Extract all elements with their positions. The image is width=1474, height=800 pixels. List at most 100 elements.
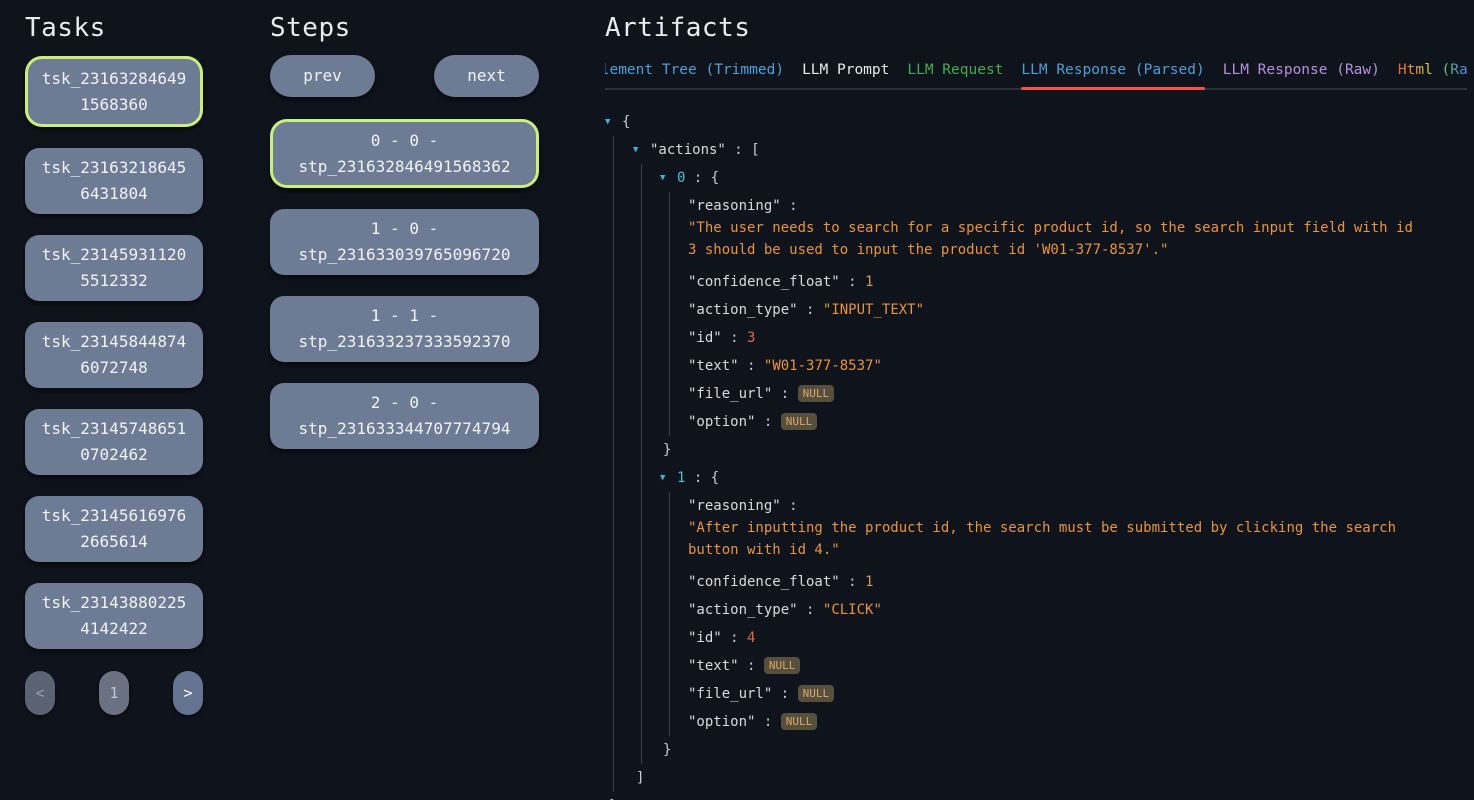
- json-punct: }: [663, 742, 671, 758]
- json-punct: :: [806, 602, 814, 618]
- json-row-item-open: ▼0 : {: [642, 164, 1467, 192]
- json-key: "option": [688, 414, 755, 430]
- task-button[interactable]: tsk_231456169762665614: [25, 496, 203, 562]
- step-label: 2 - 0 - stp_231633344707774794: [290, 390, 519, 442]
- null-value-badge: NULL: [798, 385, 835, 402]
- json-key: "file_url": [688, 386, 772, 402]
- task-button[interactable]: tsk_231459311205512332: [25, 235, 203, 301]
- pagination-page-1-button[interactable]: 1: [99, 671, 129, 715]
- task-button[interactable]: tsk_231458448746072748: [25, 322, 203, 388]
- tab-llm-response-parsed[interactable]: LLM Response (Parsed): [1021, 60, 1204, 88]
- json-value-string: "INPUT_TEXT": [823, 302, 924, 318]
- pagination-prev-button[interactable]: <: [25, 671, 55, 715]
- json-punct: :: [694, 470, 702, 486]
- artifacts-title: Artifacts: [605, 13, 1467, 43]
- step-button[interactable]: 2 - 0 - stp_231633344707774794: [270, 383, 539, 449]
- tasks-panel: Tasks tsk_231632846491568360 tsk_2316321…: [25, 0, 203, 715]
- json-punct: :: [747, 658, 755, 674]
- task-list: tsk_231632846491568360 tsk_2316321864564…: [25, 56, 203, 649]
- json-punct: :: [730, 630, 738, 646]
- json-item-block: "reasoning" : "The user needs to search …: [669, 192, 1467, 436]
- step-button[interactable]: 1 - 0 - stp_231633039765096720: [270, 209, 539, 275]
- json-value-string: "After inputting the product id, the sea…: [688, 517, 1416, 561]
- caret-down-icon[interactable]: ▼: [633, 136, 650, 164]
- task-button[interactable]: tsk_231632186456431804: [25, 148, 203, 214]
- json-value-string: "CLICK": [823, 602, 882, 618]
- tab-element-tree-trimmed[interactable]: Element Tree (Trimmed): [605, 60, 784, 88]
- json-punct: :: [734, 142, 742, 158]
- task-button[interactable]: tsk_231438802254142422: [25, 583, 203, 649]
- json-key: "action_type": [688, 602, 798, 618]
- json-row-reasoning-key: "reasoning" :: [670, 492, 1467, 520]
- json-punct: :: [694, 170, 702, 186]
- artifacts-tab-bar: Element Tree (Trimmed) LLM Prompt LLM Re…: [605, 60, 1467, 90]
- json-punct: ]: [636, 770, 644, 786]
- json-row-actions: ▼"actions" : [: [614, 136, 1467, 164]
- json-row-item-open: ▼1 : {: [642, 464, 1467, 492]
- json-key: "confidence_float": [688, 574, 840, 590]
- json-punct: :: [781, 686, 789, 702]
- json-key: "actions": [650, 142, 726, 158]
- caret-down-icon[interactable]: ▼: [660, 464, 677, 492]
- caret-down-icon[interactable]: ▼: [605, 108, 622, 136]
- json-actions-block: ▼0 : { "reasoning" : "The user needs to …: [641, 164, 1467, 764]
- json-punct: :: [848, 274, 856, 290]
- step-button[interactable]: 1 - 1 - stp_231633237333592370: [270, 296, 539, 362]
- json-punct: {: [622, 114, 630, 130]
- json-key: "confidence_float": [688, 274, 840, 290]
- json-key: "id": [688, 330, 722, 346]
- json-row-text: "text" : "W01-377-8537": [670, 352, 1467, 380]
- json-row-action-type: "action_type" : "INPUT_TEXT": [670, 296, 1467, 324]
- null-value-badge: NULL: [764, 657, 801, 674]
- steps-title: Steps: [270, 13, 539, 43]
- json-punct: :: [789, 198, 797, 214]
- json-row-id: "id" : 4: [670, 624, 1467, 652]
- tab-llm-request[interactable]: LLM Request: [907, 60, 1003, 88]
- json-row-id: "id" : 3: [670, 324, 1467, 352]
- json-row-item-close: }: [642, 736, 1467, 764]
- json-array-index: 0: [677, 170, 685, 186]
- json-row-root-close: }: [605, 792, 1467, 800]
- task-button[interactable]: tsk_231632846491568360: [25, 56, 203, 127]
- json-punct: :: [730, 330, 738, 346]
- json-root-block: ▼"actions" : [ ▼0 : { "reasoning" : "The…: [613, 136, 1467, 792]
- json-row-option: "option" : NULL: [670, 708, 1467, 736]
- step-label: 0 - 0 - stp_231632846491568362: [290, 128, 519, 180]
- json-key: "option": [688, 714, 755, 730]
- json-punct: {: [711, 170, 719, 186]
- json-punct: :: [848, 574, 856, 590]
- json-row-file-url: "file_url" : NULL: [670, 680, 1467, 708]
- json-key: "reasoning": [688, 198, 781, 214]
- json-value-string: "W01-377-8537": [764, 358, 882, 374]
- pagination-next-button[interactable]: >: [173, 671, 203, 715]
- json-key: "reasoning": [688, 498, 781, 514]
- json-row-reasoning-key: "reasoning" :: [670, 192, 1467, 220]
- json-punct: :: [789, 498, 797, 514]
- json-punct: :: [806, 302, 814, 318]
- json-row-actions-close: ]: [614, 764, 1467, 792]
- json-array-index: 1: [677, 470, 685, 486]
- steps-panel: Steps prev next 0 - 0 - stp_231632846491…: [270, 0, 539, 470]
- tab-llm-response-raw[interactable]: LLM Response (Raw): [1223, 60, 1380, 88]
- step-label: 1 - 1 - stp_231633237333592370: [290, 303, 519, 355]
- json-row-confidence: "confidence_float" : 1: [670, 568, 1467, 596]
- step-button[interactable]: 0 - 0 - stp_231632846491568362: [270, 119, 539, 188]
- json-row-file-url: "file_url" : NULL: [670, 380, 1467, 408]
- json-key: "file_url": [688, 686, 772, 702]
- json-key: "action_type": [688, 302, 798, 318]
- step-list: 0 - 0 - stp_231632846491568362 1 - 0 - s…: [270, 119, 539, 449]
- tasks-title: Tasks: [25, 13, 203, 43]
- caret-down-icon[interactable]: ▼: [660, 164, 677, 192]
- tab-llm-prompt[interactable]: LLM Prompt: [802, 60, 889, 88]
- prev-step-button[interactable]: prev: [270, 55, 375, 97]
- json-punct: :: [764, 414, 772, 430]
- json-key: "text": [688, 658, 739, 674]
- json-value-float: 1: [865, 274, 873, 290]
- tab-html-raw[interactable]: Html (Raw): [1398, 60, 1467, 88]
- task-button[interactable]: tsk_231457486510702462: [25, 409, 203, 475]
- artifacts-panel: Artifacts Element Tree (Trimmed) LLM Pro…: [605, 0, 1467, 800]
- json-key: "id": [688, 630, 722, 646]
- next-step-button[interactable]: next: [434, 55, 539, 97]
- json-row-item-close: }: [642, 436, 1467, 464]
- json-row-confidence: "confidence_float" : 1: [670, 268, 1467, 296]
